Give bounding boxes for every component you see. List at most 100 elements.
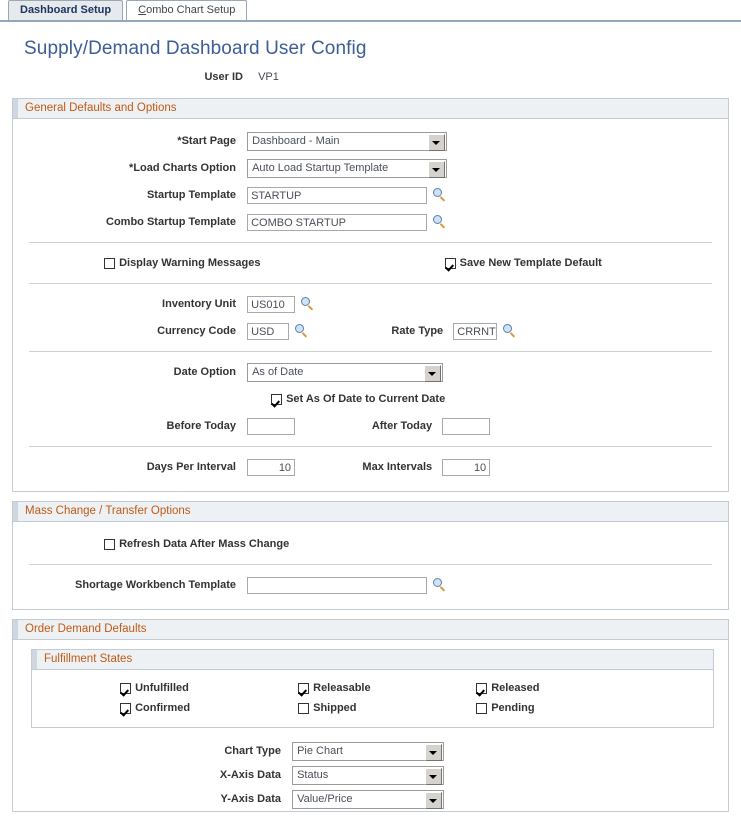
mass-change-header: Mass Change / Transfer Options <box>13 502 728 522</box>
general-defaults-header: General Defaults and Options <box>13 99 728 119</box>
days-per-interval-label: Days Per Interval <box>13 454 244 481</box>
shortage-workbench-template-input[interactable] <box>247 577 427 594</box>
load-charts-option-row: Load Charts Option Auto Load Startup Tem… <box>13 155 728 182</box>
inventory-unit-label: Inventory Unit <box>13 291 244 318</box>
checkbox-box[interactable] <box>445 258 456 269</box>
checkbox-box[interactable] <box>104 539 115 550</box>
divider <box>29 351 712 352</box>
checkbox-box[interactable] <box>298 703 309 714</box>
currency-rate-row: Currency Code USD Rate Type CRRNT <box>13 318 728 345</box>
combo-startup-template-row: Combo Startup Template COMBO STARTUP <box>13 209 728 236</box>
startup-template-input[interactable]: STARTUP <box>247 187 427 204</box>
shortage-workbench-template-row: Shortage Workbench Template <box>13 572 728 599</box>
magnifier-icon[interactable] <box>433 578 448 593</box>
fulfillment-state-label: Released <box>491 682 539 694</box>
magnifier-icon[interactable] <box>433 188 448 203</box>
checkbox-box[interactable] <box>476 703 487 714</box>
refresh-data-checkbox[interactable]: Refresh Data After Mass Change <box>104 531 289 558</box>
start-page-value: Dashboard - Main <box>248 133 446 150</box>
tab-combo-chart-setup[interactable]: Combo Chart Setup <box>126 0 247 20</box>
user-id-label: User ID <box>24 71 243 83</box>
chevron-down-icon[interactable] <box>425 744 442 761</box>
chart-type-row: Chart Type Pie Chart <box>13 739 728 763</box>
start-page-select[interactable]: Dashboard - Main <box>247 132 447 151</box>
y-axis-data-select[interactable]: Value/Price <box>292 790 444 809</box>
magnifier-icon[interactable] <box>295 324 310 339</box>
currency-code-input[interactable]: USD <box>247 323 289 340</box>
start-page-row: Start Page Dashboard - Main <box>13 128 728 155</box>
checkbox-box[interactable] <box>298 683 309 694</box>
rate-type-input[interactable]: CRRNT <box>453 323 497 340</box>
date-option-select[interactable]: As of Date <box>247 363 443 382</box>
divider <box>29 283 712 284</box>
x-axis-data-label: X-Axis Data <box>13 763 289 787</box>
tab-combo-chart-setup-accelerator: C <box>138 4 146 16</box>
warning-and-template-row: Display Warning Messages Save New Templa… <box>13 250 728 277</box>
inventory-unit-row: Inventory Unit US010 <box>13 291 728 318</box>
chart-type-label: Chart Type <box>13 739 289 763</box>
fulfillment-states-header: Fulfillment States <box>32 650 713 670</box>
before-today-label: Before Today <box>13 413 244 440</box>
today-range-row: Before Today After Today <box>13 413 728 440</box>
display-warning-messages-label: Display Warning Messages <box>119 257 260 269</box>
user-id-row: User ID VP1 <box>0 71 741 89</box>
load-charts-option-value: Auto Load Startup Template <box>248 160 446 177</box>
checkbox-box[interactable] <box>120 703 131 714</box>
currency-code-label: Currency Code <box>13 318 244 345</box>
checkbox-box[interactable] <box>271 394 282 405</box>
set-as-of-date-checkbox[interactable]: Set As Of Date to Current Date <box>271 386 445 413</box>
fulfillment-state-pending[interactable]: Pending <box>476 698 534 718</box>
days-per-interval-input[interactable]: 10 <box>247 459 295 476</box>
general-defaults-panel: General Defaults and Options Start Page … <box>12 98 729 492</box>
before-today-input[interactable] <box>247 418 295 435</box>
set-as-of-date-label: Set As Of Date to Current Date <box>286 393 445 405</box>
chart-type-value: Pie Chart <box>293 743 443 760</box>
checkbox-box[interactable] <box>476 683 487 694</box>
tab-combo-chart-setup-label: ombo Chart Setup <box>146 4 235 16</box>
y-axis-data-value: Value/Price <box>293 791 443 808</box>
display-warning-messages-checkbox[interactable]: Display Warning Messages <box>104 250 260 277</box>
after-today-input[interactable] <box>442 418 490 435</box>
fulfillment-state-confirmed[interactable]: Confirmed <box>120 698 295 718</box>
fulfillment-state-unfulfilled[interactable]: Unfulfilled <box>120 678 295 698</box>
magnifier-icon[interactable] <box>301 297 316 312</box>
divider <box>29 242 712 243</box>
checkbox-box[interactable] <box>120 683 131 694</box>
max-intervals-input[interactable]: 10 <box>442 459 490 476</box>
x-axis-data-select[interactable]: Status <box>292 766 444 785</box>
fulfillment-states-row: Confirmed Shipped Pending <box>32 698 713 718</box>
chevron-down-icon[interactable] <box>428 134 445 151</box>
fulfillment-state-releasable[interactable]: Releasable <box>298 678 473 698</box>
mass-change-panel: Mass Change / Transfer Options Refresh D… <box>12 501 729 610</box>
load-charts-option-select[interactable]: Auto Load Startup Template <box>247 159 447 178</box>
x-axis-data-value: Status <box>293 767 443 784</box>
set-as-of-date-row: Set As Of Date to Current Date <box>13 386 728 413</box>
chevron-down-icon[interactable] <box>428 161 445 178</box>
magnifier-icon[interactable] <box>503 324 518 339</box>
y-axis-data-row: Y-Axis Data Value/Price <box>13 787 728 811</box>
tab-dashboard-setup[interactable]: Dashboard Setup <box>8 0 123 20</box>
inventory-unit-input[interactable]: US010 <box>247 296 295 313</box>
max-intervals-label: Max Intervals <box>298 454 439 481</box>
rate-type-label: Rate Type <box>313 318 450 345</box>
chevron-down-icon[interactable] <box>425 792 442 809</box>
refresh-data-row: Refresh Data After Mass Change <box>13 531 728 558</box>
save-new-template-default-checkbox[interactable]: Save New Template Default <box>445 250 602 277</box>
refresh-data-label: Refresh Data After Mass Change <box>119 538 289 550</box>
combo-startup-template-input[interactable]: COMBO STARTUP <box>247 214 427 231</box>
combo-startup-template-label: Combo Startup Template <box>13 209 244 236</box>
after-today-label: After Today <box>298 413 439 440</box>
fulfillment-state-label: Unfulfilled <box>135 682 189 694</box>
page-title: Supply/Demand Dashboard User Config <box>24 38 741 60</box>
order-demand-defaults-panel: Order Demand Defaults Fulfillment States… <box>12 619 729 812</box>
checkbox-box[interactable] <box>104 258 115 269</box>
chevron-down-icon[interactable] <box>424 365 441 382</box>
divider <box>29 564 712 565</box>
fulfillment-state-released[interactable]: Released <box>476 678 539 698</box>
chevron-down-icon[interactable] <box>425 768 442 785</box>
fulfillment-states-row: Unfulfilled Releasable Released <box>32 678 713 698</box>
magnifier-icon[interactable] <box>433 215 448 230</box>
chart-type-select[interactable]: Pie Chart <box>292 742 444 761</box>
fulfillment-state-shipped[interactable]: Shipped <box>298 698 473 718</box>
user-id-value: VP1 <box>258 71 279 83</box>
